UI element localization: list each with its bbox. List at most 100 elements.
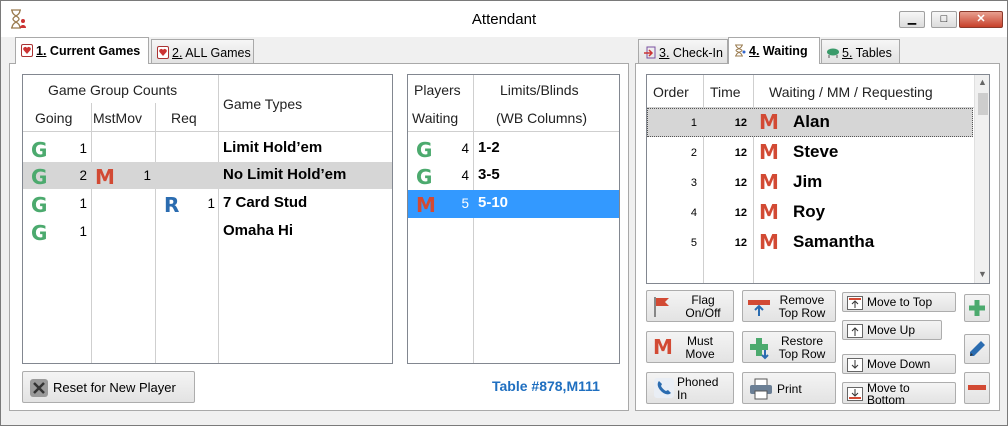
req-count: 1: [207, 196, 215, 211]
tab-waiting-label: Waiting: [759, 44, 808, 58]
limit-value: 5-10: [478, 194, 509, 211]
poker-table-icon: [827, 48, 839, 58]
col-limits-line2[interactable]: (WB Columns): [496, 110, 587, 126]
flag-label-2: On/Off: [685, 306, 721, 320]
restore-label-1: Restore: [780, 334, 824, 348]
game-type: Limit Hold’em: [223, 139, 323, 156]
tab-check-in-num: 3.: [659, 46, 670, 60]
mstmov-count: 1: [143, 168, 151, 183]
title-bar: Attendant ▁ □ ✕: [1, 1, 1007, 37]
remove-row-icon: [748, 300, 770, 316]
move-bottom-label-2: Bottom: [867, 393, 906, 407]
scroll-down-icon[interactable]: ▼: [978, 269, 987, 279]
pencil-icon: [970, 341, 985, 356]
game-type: 7 Card Stud: [223, 194, 308, 211]
col-players-line2[interactable]: Waiting: [412, 110, 458, 126]
time-value: 12: [734, 207, 747, 219]
edit-button[interactable]: [964, 334, 990, 364]
add-button[interactable]: [964, 294, 990, 322]
limits-grid[interactable]: Players Waiting Limits/Blinds (WB Column…: [407, 74, 620, 364]
mustmove-m-icon: M: [759, 200, 779, 224]
going-count: 1: [79, 196, 87, 211]
time-value: 12: [734, 147, 747, 159]
col-going[interactable]: Going: [35, 110, 72, 126]
player-name: Roy: [793, 202, 826, 221]
limit-value: 3-5: [478, 166, 500, 183]
col-players-line1[interactable]: Players: [414, 82, 461, 98]
col-time[interactable]: Time: [710, 84, 741, 100]
game-type: No Limit Hold’em: [223, 166, 347, 183]
col-mstmov[interactable]: MstMov: [93, 110, 142, 126]
going-g-icon: G: [31, 165, 48, 189]
mustmove-m-icon: M: [653, 335, 673, 359]
plus-icon: [969, 300, 985, 316]
waiting-list-grid[interactable]: Order Time Waiting / MM / Requesting 1 1…: [646, 74, 990, 284]
move-up-button[interactable]: Move Up: [842, 320, 942, 340]
mustmove-m-icon: M: [759, 170, 779, 194]
limit-value: 1-2: [478, 139, 500, 156]
col-req[interactable]: Req: [171, 110, 197, 126]
close-x-icon: [30, 379, 48, 397]
order-value: 5: [690, 237, 697, 249]
game-group-grid[interactable]: Game Group Counts Going MstMov Req Game …: [22, 74, 393, 364]
minimize-icon: ▁: [907, 13, 917, 25]
col-limits-line1[interactable]: Limits/Blinds: [500, 82, 579, 98]
minimize-button[interactable]: ▁: [899, 11, 925, 28]
order-value: 4: [690, 207, 697, 219]
going-g-icon: G: [416, 165, 433, 189]
close-button[interactable]: ✕: [959, 11, 1003, 28]
order-value: 3: [690, 177, 697, 189]
waiting-panel: Order Time Waiting / MM / Requesting 1 1…: [635, 63, 1000, 411]
tab-current-games-label: Current Games: [46, 44, 141, 58]
restore-top-row-button[interactable]: Restore Top Row: [742, 331, 836, 363]
time-value: 12: [734, 117, 747, 129]
minus-icon: [968, 385, 986, 390]
scroll-thumb[interactable]: [978, 93, 988, 115]
move-down-label: Move Down: [867, 357, 931, 371]
phoned-in-button[interactable]: Phoned In: [646, 372, 734, 404]
reset-for-new-player-button[interactable]: Reset for New Player: [22, 371, 195, 403]
col-game-types[interactable]: Game Types: [223, 96, 302, 112]
tab-current-games[interactable]: 1. Current Games: [15, 37, 149, 64]
window-title: Attendant: [471, 11, 537, 28]
tab-tables[interactable]: 5. Tables: [821, 39, 900, 63]
flag-icon: [654, 297, 669, 317]
remove-button[interactable]: [964, 372, 990, 404]
player-name: Jim: [793, 172, 823, 191]
maximize-button[interactable]: □: [931, 11, 957, 28]
tab-tables-label: Tables: [852, 46, 892, 60]
going-g-icon: G: [31, 193, 48, 217]
col-order[interactable]: Order: [653, 84, 689, 100]
printer-icon: [750, 378, 772, 400]
move-down-button[interactable]: Move Down: [842, 354, 956, 374]
current-games-panel: Game Group Counts Going MstMov Req Game …: [9, 63, 629, 411]
tab-all-games-num: 2.: [172, 46, 183, 60]
card-heart-icon: [21, 44, 33, 57]
going-g-icon: G: [31, 221, 48, 245]
flag-on-off-button[interactable]: Flag On/Off: [646, 290, 734, 322]
player-name: Steve: [793, 142, 839, 161]
waiting-count: 4: [461, 168, 469, 183]
move-to-bottom-button[interactable]: Move to Bottom: [842, 382, 956, 407]
mustmove-m-icon: M: [95, 165, 115, 189]
reset-label: Reset for New Player: [53, 380, 176, 395]
tab-waiting[interactable]: 4. Waiting: [728, 37, 820, 64]
vertical-scrollbar[interactable]: ▲ ▼: [974, 75, 989, 283]
must-move-button[interactable]: M Must Move: [646, 331, 734, 363]
scroll-up-icon[interactable]: ▲: [978, 77, 987, 87]
waiting-count: 4: [461, 141, 469, 156]
move-to-top-button[interactable]: Move to Top: [842, 292, 956, 312]
selected-row-highlight: [408, 190, 619, 218]
col-waiting-mm-requesting[interactable]: Waiting / MM / Requesting: [769, 84, 933, 100]
tab-check-in-label: Check-In: [669, 46, 723, 60]
tab-all-games[interactable]: 2. ALL Games: [151, 39, 254, 63]
remove-top-row-button[interactable]: Remove Top Row: [742, 290, 836, 322]
print-button[interactable]: Print: [742, 372, 836, 404]
going-g-icon: G: [31, 138, 48, 162]
flag-label-1: Flag: [691, 293, 715, 307]
time-value: 12: [734, 177, 747, 189]
move-to-top-icon: [847, 296, 863, 310]
mustmove-m-icon: M: [759, 140, 779, 164]
must-move-label-2: Move: [685, 347, 715, 361]
tab-check-in[interactable]: 3. Check-In: [638, 39, 728, 63]
